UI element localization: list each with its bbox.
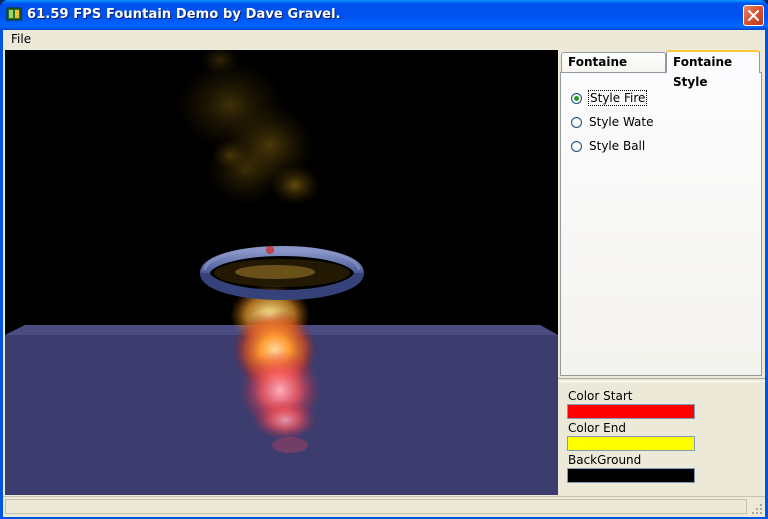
- window-title: 61.59 FPS Fountain Demo by Dave Gravel.: [27, 7, 341, 22]
- tab-fontaine-setting[interactable]: Fontaine Setting: [561, 52, 666, 88]
- fountain-scene: [5, 50, 558, 495]
- status-panel: [5, 499, 747, 514]
- render-viewport[interactable]: [5, 50, 558, 495]
- status-bar: [3, 496, 765, 517]
- color-end-label: Color End: [568, 421, 626, 435]
- resize-grip-icon[interactable]: [751, 503, 763, 515]
- radio-button[interactable]: [571, 140, 582, 152]
- background-color-swatch[interactable]: [567, 468, 695, 483]
- menu-bar: File: [3, 30, 765, 49]
- radio-style-fire[interactable]: Style Fire: [571, 89, 648, 107]
- radio-style-ball[interactable]: Style Ball: [571, 137, 645, 155]
- close-icon: [748, 10, 759, 21]
- color-start-label: Color Start: [568, 389, 633, 403]
- app-window: 61.59 FPS Fountain Demo by Dave Gravel. …: [0, 0, 768, 519]
- radio-label: Style Wate: [589, 115, 654, 129]
- radio-button[interactable]: [571, 92, 582, 104]
- settings-panel: Fontaine Setting Fontaine Style Style Fi…: [558, 50, 765, 495]
- app-icon: [6, 7, 22, 21]
- tab-fontaine-style[interactable]: Fontaine Style: [666, 50, 760, 89]
- radio-button[interactable]: [571, 116, 582, 128]
- radio-style-water[interactable]: Style Wate: [571, 113, 654, 131]
- color-start-swatch[interactable]: [567, 404, 695, 419]
- background-label: BackGround: [568, 453, 642, 467]
- tab-page-style: Style Fire Style Wate Style Ball: [560, 72, 762, 376]
- color-end-swatch[interactable]: [567, 436, 695, 451]
- radio-label: Style Ball: [589, 139, 646, 153]
- title-bar[interactable]: 61.59 FPS Fountain Demo by Dave Gravel.: [0, 0, 768, 30]
- divider: [558, 378, 765, 382]
- radio-label: Style Fire: [587, 90, 648, 106]
- close-button[interactable]: [743, 5, 764, 26]
- menu-file[interactable]: File: [9, 32, 33, 46]
